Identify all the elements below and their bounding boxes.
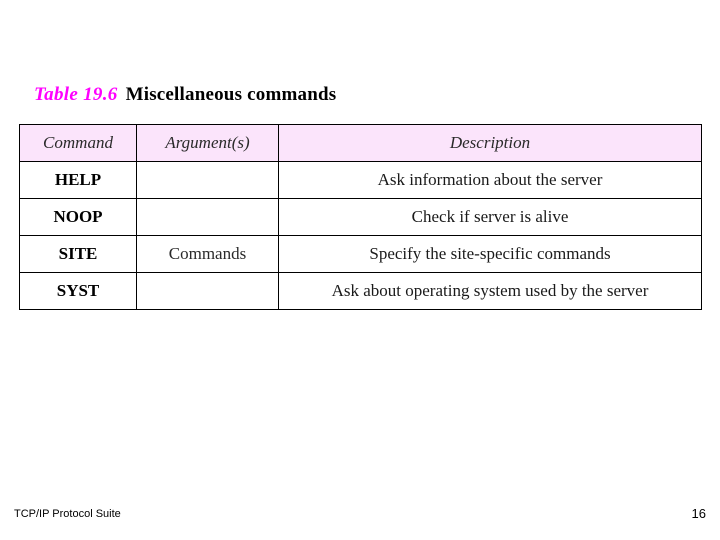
slide-title: Table 19.6 Miscellaneous commands: [34, 84, 336, 106]
cell-description: Specify the site-specific commands: [278, 235, 702, 273]
table-row: SYST Ask about operating system used by …: [19, 272, 702, 310]
cell-argument: [136, 272, 279, 310]
cell-argument: [136, 161, 279, 199]
cell-command: NOOP: [19, 198, 137, 236]
commands-table: Command Argument(s) Description HELP Ask…: [19, 124, 702, 310]
cell-description: Ask about operating system used by the s…: [278, 272, 702, 310]
column-header-description: Description: [278, 124, 702, 162]
column-header-arguments: Argument(s): [136, 124, 279, 162]
footer-left-text: TCP/IP Protocol Suite: [14, 508, 121, 520]
column-header-command: Command: [19, 124, 137, 162]
table-row: NOOP Check if server is alive: [19, 198, 702, 236]
footer-page-number: 16: [691, 506, 706, 521]
table-body: HELP Ask information about the server NO…: [19, 161, 702, 310]
cell-argument: [136, 198, 279, 236]
cell-description: Ask information about the server: [278, 161, 702, 199]
cell-description: Check if server is alive: [278, 198, 702, 236]
slide: Table 19.6 Miscellaneous commands Command…: [0, 0, 720, 540]
table-header: Command Argument(s) Description: [19, 124, 702, 162]
cell-command: SITE: [19, 235, 137, 273]
table-title-text: Miscellaneous commands: [125, 84, 337, 105]
table-row: HELP Ask information about the server: [19, 161, 702, 199]
table-header-row: Command Argument(s) Description: [19, 124, 702, 162]
cell-argument: Commands: [136, 235, 279, 273]
table-number-label: Table 19.6: [34, 84, 118, 105]
cell-command: HELP: [19, 161, 137, 199]
cell-command: SYST: [19, 272, 137, 310]
table-row: SITE Commands Specify the site-specific …: [19, 235, 702, 273]
